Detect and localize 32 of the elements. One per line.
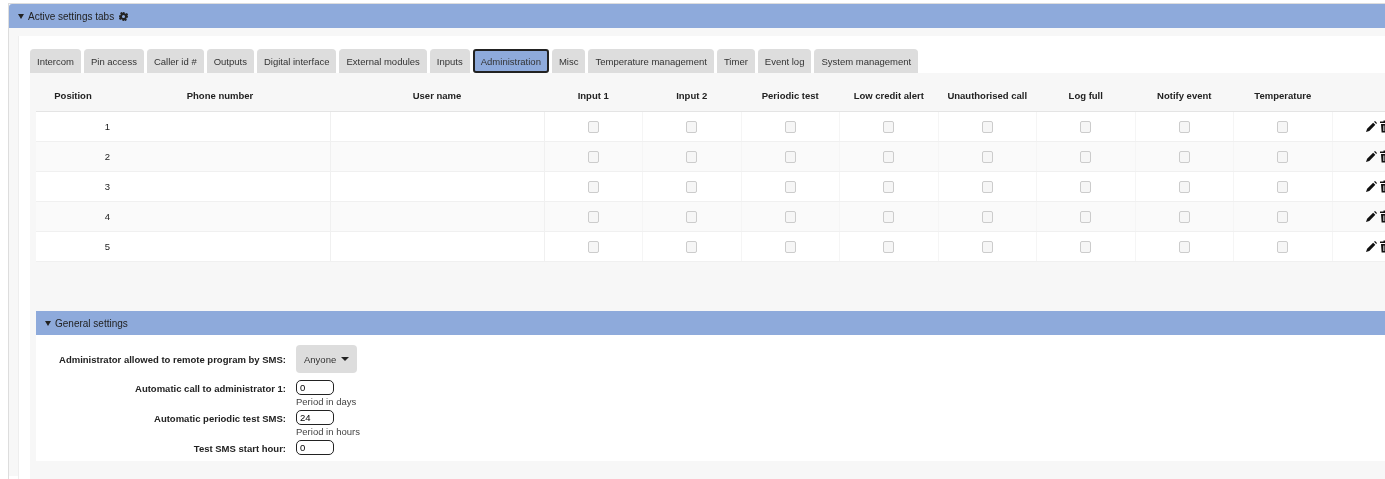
input-field[interactable]: 24	[296, 410, 334, 425]
field-label: Administrator allowed to remote program by SMS:	[58, 353, 287, 365]
section-header[interactable]: General settings	[36, 311, 1385, 335]
tab[interactable]: System management	[814, 49, 919, 73]
section-title: General settings	[55, 317, 128, 329]
tab[interactable]: Temperature management	[588, 49, 714, 73]
table-cell: 4	[36, 201, 110, 232]
tab[interactable]: Caller id #	[146, 49, 204, 73]
field-label: Automatic periodic test SMS:	[153, 412, 287, 424]
tab[interactable]: Misc	[551, 49, 586, 73]
tab[interactable]: Event log	[757, 49, 812, 73]
input-field[interactable]: 0	[296, 440, 334, 455]
tab[interactable]: Intercom	[30, 49, 81, 73]
tab[interactable]: Pin access	[83, 49, 144, 73]
input-field[interactable]: 0	[296, 380, 334, 395]
field-hint: Period in hours	[296, 426, 360, 437]
tab[interactable]: Outputs	[206, 49, 254, 73]
tab[interactable]: Digital interface	[256, 49, 337, 73]
field-label: Automatic call to administrator 1:	[134, 382, 287, 394]
field-label: Test SMS start hour:	[192, 442, 287, 454]
tab[interactable]: Timer	[716, 49, 755, 73]
field-hint: Period in days	[296, 396, 357, 407]
dropdown[interactable]: Anyone	[296, 345, 358, 373]
table-cell: 5	[36, 231, 110, 262]
table-cell: 2	[36, 141, 110, 172]
tab[interactable]: Administration	[472, 49, 549, 73]
tab[interactable]: Inputs	[429, 49, 470, 73]
panel-header[interactable]: Active settings tabs	[9, 4, 1385, 28]
table-cell: 1	[36, 111, 110, 142]
table-cell: 3	[36, 171, 110, 202]
tab[interactable]: External modules	[339, 49, 427, 73]
panel-title: Active settings tabs	[28, 10, 115, 22]
